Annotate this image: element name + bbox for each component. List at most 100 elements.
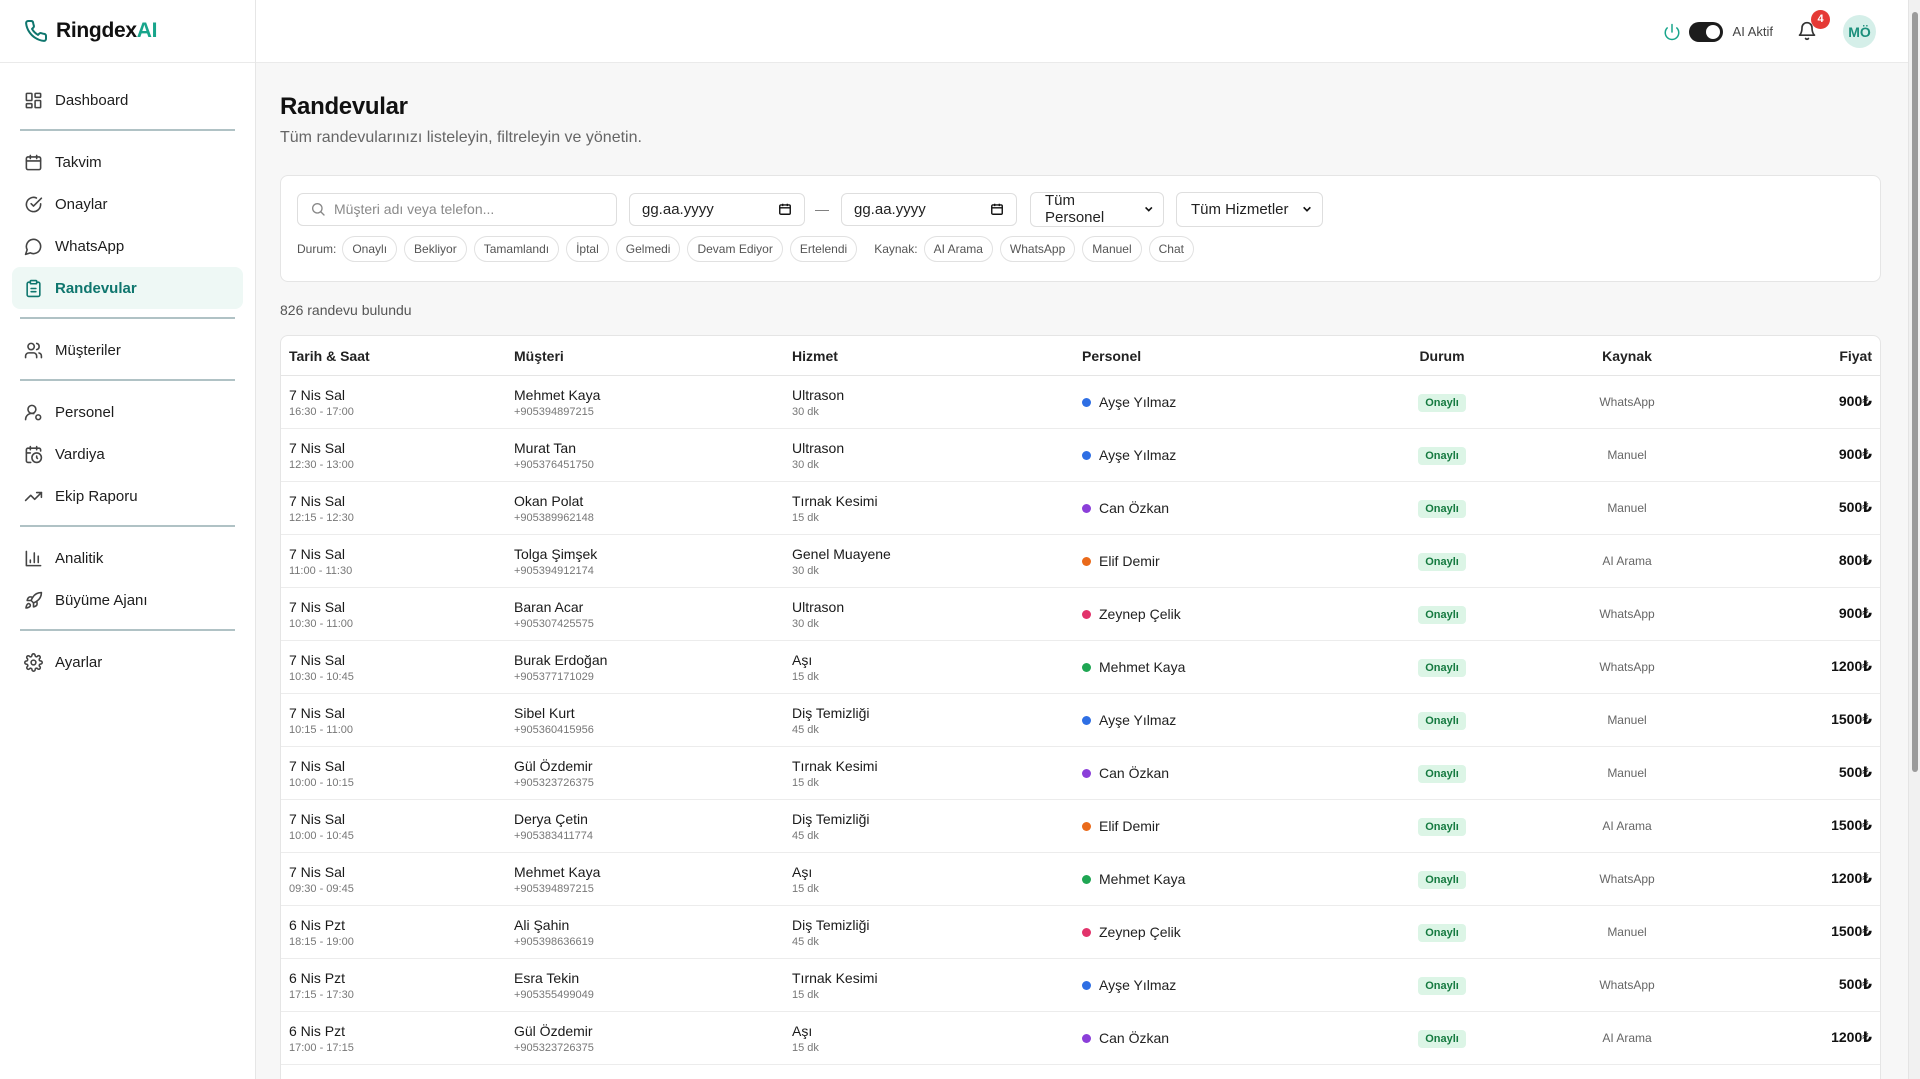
cell-date: 7 Nis Sal 12:15 - 12:30 — [281, 493, 514, 524]
brand[interactable]: RingdexAI — [0, 0, 255, 63]
appointments-table: Tarih & Saat Müşteri Hizmet Personel Dur… — [280, 335, 1881, 1079]
table-row[interactable]: 7 Nis Sal 09:30 - 09:45 Mehmet Kaya +905394… — [281, 853, 1880, 906]
table-row[interactable]: 7 Nis Sal 11:00 - 11:30 Tolga Şimşek +90539… — [281, 535, 1880, 588]
customer-name[interactable]: Gül Özdemir — [514, 758, 792, 774]
search-box[interactable] — [297, 192, 617, 226]
source-label: Manuel — [1607, 713, 1647, 727]
customer-name[interactable]: Ali Şahin — [514, 917, 792, 933]
cell-source: Manuel — [1522, 923, 1732, 941]
table-row[interactable]: 6 Nis Pzt 17:00 - 17:15 Gül Özdemir +905323… — [281, 1012, 1880, 1065]
appointment-date: 7 Nis Sal — [289, 704, 346, 721]
calendar-picker-icon[interactable] — [990, 202, 1004, 216]
power-icon[interactable] — [1663, 23, 1681, 41]
header-staff[interactable]: Personel — [1082, 348, 1362, 364]
table-row[interactable]: 7 Nis Sal 12:15 - 12:30 Okan Polat +9053899… — [281, 482, 1880, 535]
table-row[interactable]: 7 Nis Sal 10:00 - 10:15 Gül Özdemir +905323… — [281, 747, 1880, 800]
cell-price: 800₺ — [1732, 552, 1880, 570]
sidebar-item-buyume-ajani[interactable]: Büyüme Ajanı — [12, 579, 243, 621]
status-chip[interactable]: Devam Ediyor — [687, 236, 783, 262]
scrollbar-thumb[interactable] — [1912, 12, 1918, 772]
staff-name: Ayşe Yılmaz — [1099, 977, 1177, 993]
sidebar-item-analitik[interactable]: Analitik — [12, 537, 243, 579]
cell-customer: Gül Özdemir +905323726375 — [514, 1023, 792, 1054]
sidebar-item-ekip-raporu[interactable]: Ekip Raporu — [12, 475, 243, 517]
source-chip[interactable]: Manuel — [1082, 236, 1142, 262]
sidebar-item-takvim[interactable]: Takvim — [12, 141, 243, 183]
ai-toggle[interactable] — [1688, 21, 1723, 42]
table-row[interactable]: 6 Nis Pzt 17:15 - 17:30 Esra Tekin +9053554… — [281, 959, 1880, 1012]
service-select[interactable]: Tüm Hizmetler — [1176, 191, 1323, 227]
customer-name[interactable]: Murat Tan — [514, 440, 792, 456]
table-row[interactable]: 7 Nis Sal 12:30 - 13:00 Murat Tan +90537645… — [281, 429, 1880, 482]
customer-name[interactable]: Mehmet Kaya — [514, 387, 792, 403]
table-row[interactable]: 7 Nis Sal 10:30 - 11:00 Baran Acar +9053074… — [281, 588, 1880, 641]
date-from-input[interactable]: gg.aa.yyyy — [629, 192, 805, 226]
header-customer[interactable]: Müşteri — [514, 348, 792, 364]
cell-status: Onaylı — [1362, 870, 1522, 889]
customer-name[interactable]: Tolga Şimşek — [514, 546, 792, 562]
phone-logo-icon — [25, 19, 48, 42]
table-row[interactable]: 7 Nis Sal 10:15 - 11:00 Sibel Kurt +9053604… — [281, 694, 1880, 747]
staff-select[interactable]: Tüm Personel — [1030, 191, 1164, 227]
sidebar-item-musteriler[interactable]: Müşteriler — [12, 329, 243, 371]
cell-service: Genel Muayene 30 dk — [792, 546, 1082, 577]
header-price[interactable]: Fiyat — [1732, 348, 1880, 364]
search-input[interactable] — [334, 201, 604, 217]
avatar[interactable]: MÖ — [1843, 15, 1876, 48]
source-chip[interactable]: AI Arama — [923, 236, 993, 262]
table-row[interactable]: 6 Nis PztOkan PolatDiş Temizliği — [281, 1065, 1880, 1079]
cell-status: Onaylı — [1362, 658, 1522, 677]
sidebar-divider — [20, 317, 235, 319]
service-name: Tırnak Kesimi — [792, 969, 878, 986]
customer-phone: +905323726375 — [514, 776, 594, 789]
header-date[interactable]: Tarih & Saat — [281, 348, 514, 364]
customer-name[interactable]: Mehmet Kaya — [514, 864, 792, 880]
source-chip[interactable]: WhatsApp — [999, 236, 1076, 262]
header-source[interactable]: Kaynak — [1522, 348, 1732, 364]
sidebar-item-randevular[interactable]: Randevular — [12, 267, 243, 309]
cell-customer: Ali Şahin +905398636619 — [514, 917, 792, 948]
customer-name[interactable]: Sibel Kurt — [514, 705, 792, 721]
price-value: 1500₺ — [1831, 711, 1872, 727]
calendar-clock-icon — [25, 445, 43, 463]
sidebar-item-personel[interactable]: Personel — [12, 391, 243, 433]
sidebar-item-whatsapp[interactable]: WhatsApp — [12, 225, 243, 267]
sidebar-item-vardiya[interactable]: Vardiya — [12, 433, 243, 475]
cell-source: WhatsApp — [1522, 393, 1732, 411]
sidebar-item-ayarlar[interactable]: Ayarlar — [12, 641, 243, 683]
date-range-separator: — — [815, 201, 829, 217]
customer-name[interactable]: Baran Acar — [514, 599, 792, 615]
status-chip[interactable]: Onaylı — [342, 236, 398, 262]
status-chip[interactable]: Gelmedi — [615, 236, 681, 262]
header-status[interactable]: Durum — [1362, 348, 1522, 364]
staff-color-dot — [1082, 715, 1091, 725]
cell-price: 900₺ — [1732, 393, 1880, 411]
appointment-date: 7 Nis Sal — [289, 810, 346, 827]
table-row[interactable]: 7 Nis Sal 16:30 - 17:00 Mehmet Kaya +905394… — [281, 376, 1880, 429]
chevron-down-icon — [1144, 206, 1152, 212]
sidebar-item-onaylar[interactable]: Onaylar — [12, 183, 243, 225]
source-chip[interactable]: Chat — [1148, 236, 1194, 262]
calendar-picker-icon[interactable] — [778, 202, 792, 216]
customer-name[interactable]: Gül Özdemir — [514, 1023, 792, 1039]
customer-name[interactable]: Okan Polat — [514, 493, 792, 509]
customer-name[interactable]: Esra Tekin — [514, 970, 792, 986]
page-scrollbar[interactable] — [1908, 0, 1920, 1079]
table-row[interactable]: 6 Nis Pzt 18:15 - 19:00 Ali Şahin +90539863… — [281, 906, 1880, 959]
status-chip[interactable]: Ertelendi — [789, 236, 858, 262]
status-chip[interactable]: Bekliyor — [404, 236, 467, 262]
chat-bubble-icon — [24, 238, 42, 255]
cell-price: 1500₺ — [1732, 817, 1880, 835]
header-service[interactable]: Hizmet — [792, 348, 1082, 364]
status-chip[interactable]: Tamamlandı — [473, 236, 560, 262]
notifications-button[interactable]: 4 — [1797, 9, 1830, 43]
sidebar-item-dashboard[interactable]: Dashboard — [12, 79, 243, 121]
customer-name[interactable]: Burak Erdoğan — [514, 652, 792, 668]
table-row[interactable]: 7 Nis Sal 10:30 - 10:45 Burak Erdoğan +9053… — [281, 641, 1880, 694]
status-chip[interactable]: İptal — [566, 236, 609, 262]
date-to-input[interactable]: gg.aa.yyyy — [841, 192, 1017, 226]
sidebar-item-label: Vardiya — [55, 445, 105, 463]
price-value: 1200₺ — [1831, 870, 1872, 886]
customer-name[interactable]: Derya Çetin — [514, 811, 792, 827]
table-row[interactable]: 7 Nis Sal 10:00 - 10:45 Derya Çetin +905383… — [281, 800, 1880, 853]
